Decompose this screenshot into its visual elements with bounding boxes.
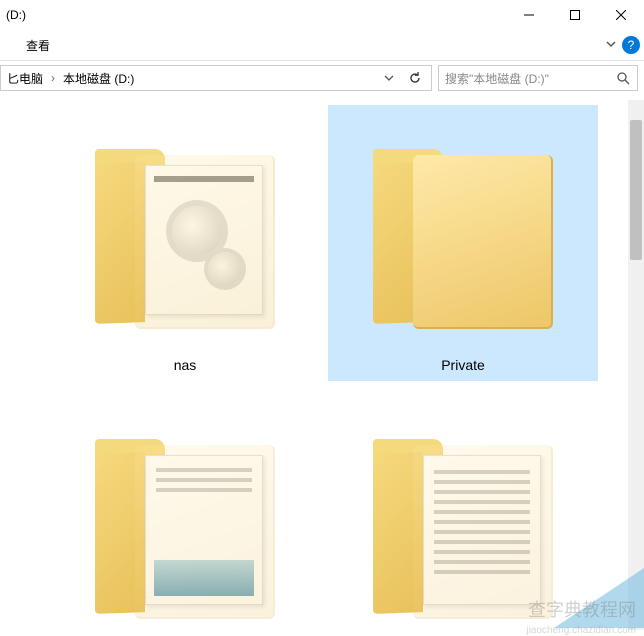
file-view: nas Private xyxy=(0,95,644,623)
maximize-button[interactable] xyxy=(552,0,598,30)
folder-label: Private xyxy=(328,357,598,373)
address-bar[interactable]: 匕电脑 › 本地磁盘 (D:) xyxy=(0,65,432,91)
folder-icon xyxy=(343,113,583,353)
refresh-icon[interactable] xyxy=(403,66,427,90)
breadcrumb-separator-icon: › xyxy=(49,71,57,85)
folder-label: nas xyxy=(50,357,320,373)
titlebar: (D:) xyxy=(0,0,644,30)
folder-item-nas[interactable]: nas xyxy=(50,105,320,381)
address-row: 匕电脑 › 本地磁盘 (D:) 搜索"本地磁盘 (D:)" xyxy=(0,61,644,95)
help-icon[interactable]: ? xyxy=(622,36,640,54)
search-icon[interactable] xyxy=(609,71,637,85)
history-dropdown-icon[interactable] xyxy=(377,66,401,90)
folder-item-private[interactable]: Private xyxy=(328,105,598,381)
breadcrumb-part-computer[interactable]: 匕电脑 xyxy=(1,66,49,90)
folder-item[interactable] xyxy=(50,395,320,623)
tab-view[interactable]: 查看 xyxy=(18,31,58,60)
watermark-url: jiaocheng.chazidian.com xyxy=(526,625,636,636)
close-button[interactable] xyxy=(598,0,644,30)
scrollbar-thumb[interactable] xyxy=(630,120,642,260)
folder-icon xyxy=(65,113,305,353)
vertical-scrollbar[interactable] xyxy=(628,100,644,630)
search-input[interactable]: 搜索"本地磁盘 (D:)" xyxy=(438,65,638,91)
minimize-button[interactable] xyxy=(506,0,552,30)
window-title: (D:) xyxy=(4,8,506,22)
folder-icon xyxy=(343,403,583,623)
window-controls xyxy=(506,0,644,30)
ribbon-tabs: 查看 ? xyxy=(0,30,644,60)
folder-icon xyxy=(65,403,305,623)
page-curl-decor xyxy=(554,568,644,628)
search-placeholder: 搜索"本地磁盘 (D:)" xyxy=(439,70,609,87)
breadcrumb-part-drive[interactable]: 本地磁盘 (D:) xyxy=(57,66,140,90)
ribbon-expand-icon[interactable] xyxy=(606,38,616,52)
